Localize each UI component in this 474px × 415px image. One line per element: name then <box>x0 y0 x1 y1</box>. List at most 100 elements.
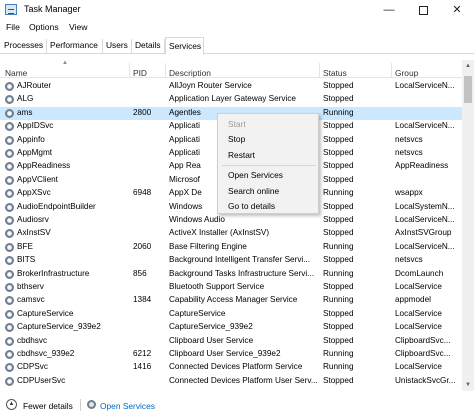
tab-services[interactable]: Services <box>165 37 204 55</box>
service-name: CDPUserSvc <box>17 375 66 385</box>
service-status: Running <box>323 107 354 117</box>
service-name: BITS <box>17 255 36 265</box>
scroll-down-icon[interactable]: ▼ <box>462 379 474 391</box>
task-manager-icon <box>5 4 17 15</box>
context-menu-search-online[interactable]: Search online <box>228 186 279 196</box>
service-name: BrokerInfrastructure <box>17 268 90 278</box>
table-row[interactable]: BrokerInfrastructure 856 Background Tasks … <box>0 268 462 281</box>
table-row[interactable]: ALG Application Layer Gateway Service Stop… <box>0 93 462 106</box>
column-divider[interactable] <box>129 63 130 78</box>
service-status: Stopped <box>323 174 354 184</box>
service-gear-icon <box>5 256 14 266</box>
scroll-thumb[interactable] <box>464 76 472 103</box>
service-status: Stopped <box>323 94 354 104</box>
service-status: Stopped <box>323 335 354 345</box>
service-name: AppIDSvc <box>17 121 54 131</box>
services-gear-icon[interactable] <box>87 400 96 409</box>
service-status: Stopped <box>323 161 354 171</box>
chevron-up-icon[interactable]: ▲ <box>6 399 17 410</box>
minimize-button[interactable]: — <box>372 0 406 20</box>
service-group: UnistackSvcGr... <box>395 375 456 385</box>
table-row[interactable]: AJRouter AllJoyn Router Service Stopped Loc… <box>0 80 462 93</box>
column-name[interactable]: Name <box>5 68 27 78</box>
service-group: wsappx <box>395 188 423 198</box>
service-gear-icon <box>5 175 14 185</box>
context-menu-restart[interactable]: Restart <box>228 150 255 160</box>
service-name: Audiosrv <box>17 215 49 224</box>
column-divider[interactable] <box>165 63 166 78</box>
tab-processes[interactable]: Processes <box>1 39 47 54</box>
column-status[interactable]: Status <box>323 68 347 78</box>
table-row[interactable]: camsvc 1384 Capability Access Manager Serv… <box>0 294 462 307</box>
service-gear-icon <box>5 189 14 199</box>
service-status: Running <box>323 188 354 198</box>
table-row[interactable]: cbdhsvc Clipboard User Service Stopped Clip… <box>0 335 462 348</box>
maximize-icon <box>418 5 428 15</box>
table-row[interactable]: CaptureService CaptureService Stopped Local… <box>0 308 462 321</box>
table-row[interactable]: BITS Background Intelligent Transfer Serv… <box>0 254 462 267</box>
service-gear-icon <box>5 229 14 239</box>
service-pid: 6948 <box>133 188 152 198</box>
service-gear-icon <box>5 269 14 279</box>
service-status: Running <box>323 362 354 372</box>
service-pid: 1416 <box>133 362 152 372</box>
maximize-button[interactable] <box>406 0 440 20</box>
context-menu-go-to-details[interactable]: Go to details <box>228 201 275 211</box>
service-description: Clipboard User Service <box>169 335 254 345</box>
service-status: Running <box>323 349 354 358</box>
column-description[interactable]: Description <box>169 68 211 78</box>
service-description: Background Intelligent Transfer Servi... <box>169 255 311 265</box>
service-status: Stopped <box>323 201 354 211</box>
menu-view[interactable]: View <box>69 22 87 32</box>
context-menu-separator <box>222 165 316 166</box>
service-group: ClipboardSvc... <box>395 349 451 358</box>
table-row[interactable]: BFE 2060 Base Filtering Engine Running Local… <box>0 241 462 254</box>
column-group[interactable]: Group <box>395 68 418 78</box>
service-name: cbdhsvc <box>17 335 48 345</box>
tab-performance[interactable]: Performance <box>47 39 103 54</box>
service-gear-icon <box>5 242 14 252</box>
service-name: ALG <box>17 94 34 104</box>
service-gear-icon <box>5 216 14 225</box>
table-row[interactable]: bthserv Bluetooth Support Service Stopped L… <box>0 281 462 294</box>
title-bar: Task Manager — ✕ <box>0 0 474 20</box>
table-row[interactable]: Audiosrv Windows Audio Stopped LocalService… <box>0 214 462 227</box>
service-pid: 856 <box>133 268 147 278</box>
tab-users[interactable]: Users <box>103 39 132 54</box>
context-menu-start[interactable]: Start <box>228 119 246 129</box>
service-status: Stopped <box>323 282 354 291</box>
service-name: CDPSvc <box>17 362 48 372</box>
menu-options[interactable]: Options <box>29 22 59 32</box>
service-name: bthserv <box>17 282 44 291</box>
service-gear-icon <box>5 350 14 359</box>
service-gear-icon <box>5 336 14 346</box>
menu-bar: File Options View <box>0 20 474 36</box>
menu-file[interactable]: File <box>6 22 20 32</box>
service-description: AllJoyn Router Service <box>169 81 252 90</box>
service-gear-icon <box>5 95 14 105</box>
table-row[interactable]: CDPUserSvc Connected Devices Platform Use… <box>0 375 462 388</box>
table-row[interactable]: cbdhsvc_939e2 6212 Clipboard User Service_… <box>0 348 462 361</box>
column-divider[interactable] <box>319 63 320 78</box>
service-status: Stopped <box>323 308 354 318</box>
service-group: LocalService <box>395 308 442 318</box>
tab-details[interactable]: Details <box>132 39 165 54</box>
table-row[interactable]: CaptureService_939e2 CaptureService_939e2… <box>0 321 462 334</box>
table-row[interactable]: CDPSvc 1416 Connected Devices Platform Ser… <box>0 361 462 374</box>
open-services-link[interactable]: Open Services <box>100 401 155 411</box>
column-divider[interactable] <box>391 63 392 78</box>
vertical-scrollbar[interactable]: ▲ ▼ <box>462 60 474 391</box>
service-group: LocalServiceN... <box>395 241 455 251</box>
context-menu-stop[interactable]: Stop <box>228 134 245 144</box>
service-name: Appinfo <box>17 134 45 144</box>
context-menu-open-services[interactable]: Open Services <box>228 170 283 180</box>
close-button[interactable]: ✕ <box>440 0 474 20</box>
service-gear-icon <box>5 363 14 373</box>
service-description: Connected Devices Platform User Serv... <box>169 375 318 385</box>
fewer-details-link[interactable]: Fewer details <box>23 401 73 411</box>
scroll-up-icon[interactable]: ▲ <box>462 60 474 72</box>
service-group: netsvcs <box>395 134 423 144</box>
table-row[interactable]: AxInstSV ActiveX Installer (AxInstSV) Stop… <box>0 227 462 240</box>
column-pid[interactable]: PID <box>133 68 147 78</box>
service-description: Connected Devices Platform Service <box>169 362 303 372</box>
